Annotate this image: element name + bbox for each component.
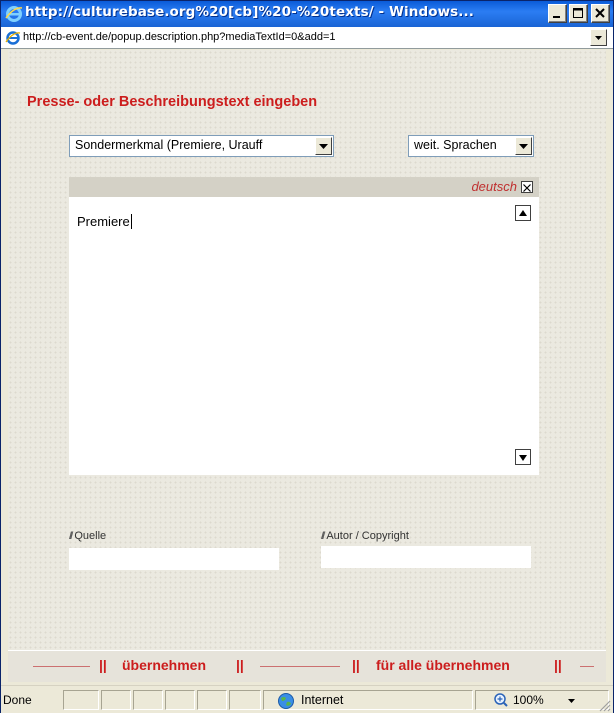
arrow-down-icon [519, 455, 527, 461]
status-pane [197, 690, 227, 710]
security-zone-label: Internet [301, 693, 344, 707]
maximize-icon [573, 8, 583, 18]
page-content: Presse- oder Beschreibungstext eingeben … [8, 50, 606, 682]
source-label-text: Quelle [74, 530, 107, 542]
divider [33, 666, 90, 667]
title-bar[interactable]: http://culturebase.org%20[cb]%20-%20text… [1, 1, 613, 27]
source-input[interactable] [69, 548, 279, 570]
select-arrow[interactable] [315, 137, 332, 155]
text-caret [130, 214, 132, 229]
window-title: http://culturebase.org%20[cb]%20-%20text… [25, 4, 474, 20]
address-url: http://cb-event.de/popup.description.php… [23, 31, 336, 43]
separator: || [99, 657, 107, 673]
editor-content: Premiere [77, 214, 132, 229]
text-type-value: Sondermerkmal (Premiere, Urauff [75, 138, 263, 152]
status-pane [133, 690, 163, 710]
author-label-text: Autor / Copyright [326, 530, 409, 542]
resize-grip-icon[interactable] [597, 698, 611, 712]
separator: || [352, 657, 360, 673]
separator: || [554, 657, 562, 673]
scroll-down-button[interactable] [515, 449, 531, 465]
close-button[interactable] [591, 4, 610, 23]
arrow-up-icon [519, 210, 527, 216]
internet-globe-icon [278, 693, 294, 709]
address-dropdown-button[interactable] [590, 29, 607, 46]
source-label: ///Quelle [69, 530, 106, 542]
status-bar: Done Internet 100% [1, 685, 613, 713]
status-pane [165, 690, 195, 710]
close-icon [595, 8, 605, 18]
apply-button[interactable]: übernehmen [122, 657, 206, 673]
separator: || [236, 657, 244, 673]
author-input[interactable] [321, 546, 531, 568]
chevron-down-icon [595, 36, 602, 40]
select-arrow[interactable] [515, 137, 532, 155]
minimize-icon [553, 16, 560, 18]
ie-logo-icon [5, 6, 23, 22]
maximize-button[interactable] [569, 4, 588, 23]
chevron-down-icon[interactable] [567, 698, 576, 704]
language-select[interactable]: weit. Sprachen [408, 135, 534, 157]
action-bar: || übernehmen || || für alle übernehmen … [8, 650, 606, 682]
chevron-down-icon [319, 144, 328, 149]
pen-icon: /// [69, 531, 74, 542]
zoom-level: 100% [513, 693, 544, 707]
ie-page-icon [5, 31, 21, 45]
editor-text: Premiere [77, 214, 130, 229]
remove-language-button[interactable] [521, 181, 533, 193]
address-bar[interactable]: http://cb-event.de/popup.description.php… [1, 27, 613, 49]
divider [580, 666, 594, 667]
description-textarea[interactable]: Premiere [69, 197, 539, 475]
status-pane [229, 690, 261, 710]
chevron-down-icon [519, 144, 528, 149]
editor-language-label: deutsch [471, 179, 517, 194]
pen-icon: /// [321, 531, 326, 542]
status-pane [63, 690, 99, 710]
close-icon [523, 184, 531, 192]
divider [260, 666, 340, 667]
page-title: Presse- oder Beschreibungstext eingeben [27, 94, 318, 110]
apply-all-button[interactable]: für alle übernehmen [376, 657, 510, 673]
status-text: Done [3, 693, 32, 707]
language-select-value: weit. Sprachen [414, 138, 497, 152]
text-type-select[interactable]: Sondermerkmal (Premiere, Urauff [69, 135, 334, 157]
editor-header: deutsch [69, 177, 539, 197]
zoom-icon [494, 693, 508, 707]
status-pane [101, 690, 131, 710]
minimize-button[interactable] [548, 4, 567, 23]
scroll-up-button[interactable] [515, 205, 531, 221]
author-label: ///Autor / Copyright [321, 530, 409, 542]
browser-window: http://culturebase.org%20[cb]%20-%20text… [0, 0, 614, 713]
